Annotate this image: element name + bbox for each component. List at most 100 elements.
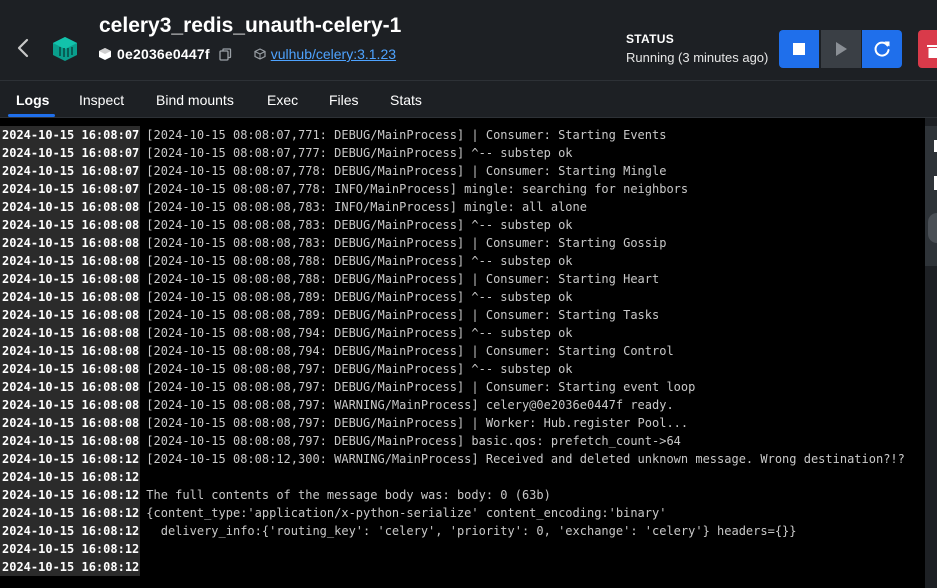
- log-message: [2024-10-15 08:08:07,777: DEBUG/MainProc…: [146, 146, 573, 160]
- log-output[interactable]: 2024-10-15 16:08:07 [2024-10-15 08:08:07,…: [0, 118, 925, 588]
- log-timestamp: 2024-10-15 16:08:12: [0, 468, 141, 486]
- log-message: [2024-10-15 08:08:08,788: DEBUG/MainProc…: [146, 272, 660, 286]
- log-timestamp: 2024-10-15 16:08:08: [0, 342, 141, 360]
- log-timestamp: 2024-10-15 16:08:12: [0, 558, 141, 576]
- log-line: 2024-10-15 16:08:08 [2024-10-15 08:08:08,…: [0, 396, 905, 414]
- log-message: [2024-10-15 08:08:08,797: DEBUG/MainProc…: [146, 380, 696, 394]
- log-message: [2024-10-15 08:08:08,783: DEBUG/MainProc…: [146, 236, 667, 250]
- tab-exec[interactable]: Exec: [267, 92, 298, 108]
- container-subtitle-row: 0e2036e0447f vulhub/celery:3.1.23: [99, 44, 396, 64]
- log-line: 2024-10-15 16:08:12: [0, 540, 905, 558]
- delete-button[interactable]: [918, 30, 937, 68]
- log-message: The full contents of the message body wa…: [146, 488, 551, 502]
- log-timestamp: 2024-10-15 16:08:08: [0, 360, 141, 378]
- log-timestamp: 2024-10-15 16:08:08: [0, 414, 141, 432]
- restart-icon: [874, 41, 890, 57]
- log-line: 2024-10-15 16:08:08 [2024-10-15 08:08:08,…: [0, 432, 905, 450]
- log-line: 2024-10-15 16:08:12 {content_type:'applic…: [0, 504, 905, 522]
- play-icon: [836, 42, 847, 56]
- active-tab-indicator: [8, 114, 55, 117]
- log-timestamp: 2024-10-15 16:08:12: [0, 504, 141, 522]
- image-layers-icon: [254, 48, 266, 60]
- log-line: 2024-10-15 16:08:12 [2024-10-15 08:08:12,…: [0, 450, 905, 468]
- log-message: [2024-10-15 08:08:08,789: DEBUG/MainProc…: [146, 290, 573, 304]
- clear-logs-icon[interactable]: [928, 213, 937, 243]
- log-message: [2024-10-15 08:08:08,794: DEBUG/MainProc…: [146, 344, 674, 358]
- status-label: STATUS: [626, 32, 675, 46]
- log-message: [2024-10-15 08:08:08,797: DEBUG/MainProc…: [146, 362, 573, 376]
- log-message: [2024-10-15 08:08:08,783: DEBUG/MainProc…: [146, 218, 573, 232]
- log-message: [2024-10-15 08:08:07,771: DEBUG/MainProc…: [146, 128, 667, 142]
- log-message: [2024-10-15 08:08:08,797: WARNING/MainPr…: [146, 398, 674, 412]
- log-line: 2024-10-15 16:08:08 [2024-10-15 08:08:08,…: [0, 198, 905, 216]
- image-link[interactable]: vulhub/celery:3.1.23: [271, 46, 396, 62]
- stop-icon: [793, 43, 805, 55]
- container-header: celery3_redis_unauth-celery-1 0e2036e044…: [0, 0, 937, 80]
- log-timestamp: 2024-10-15 16:08:07: [0, 162, 141, 180]
- log-timestamp: 2024-10-15 16:08:07: [0, 126, 141, 144]
- log-message: [2024-10-15 08:08:08,783: INFO/MainProce…: [146, 200, 587, 214]
- log-timestamp: 2024-10-15 16:08:08: [0, 396, 141, 414]
- log-timestamp: 2024-10-15 16:08:08: [0, 306, 141, 324]
- log-line: 2024-10-15 16:08:08 [2024-10-15 08:08:08,…: [0, 216, 905, 234]
- restart-button[interactable]: [862, 30, 902, 68]
- log-timestamp: 2024-10-15 16:08:12: [0, 540, 141, 558]
- status-value: Running (3 minutes ago): [626, 50, 769, 65]
- log-message: {content_type:'application/x-python-seri…: [146, 506, 667, 520]
- log-timestamp: 2024-10-15 16:08:07: [0, 144, 141, 162]
- log-timestamp: 2024-10-15 16:08:08: [0, 432, 141, 450]
- log-lines: 2024-10-15 16:08:07 [2024-10-15 08:08:07,…: [0, 126, 905, 576]
- start-button[interactable]: [821, 30, 861, 68]
- log-message: [2024-10-15 08:08:12,300: WARNING/MainPr…: [146, 452, 905, 466]
- container-title: celery3_redis_unauth-celery-1: [99, 14, 402, 37]
- log-line: 2024-10-15 16:08:08 [2024-10-15 08:08:08,…: [0, 270, 905, 288]
- tab-bind-mounts[interactable]: Bind mounts: [156, 92, 234, 108]
- cube-icon: [99, 48, 111, 60]
- log-line: 2024-10-15 16:08:08 [2024-10-15 08:08:08,…: [0, 288, 905, 306]
- log-message: delivery_info:{'routing_key': 'celery', …: [146, 524, 797, 538]
- log-message: [2024-10-15 08:08:08,794: DEBUG/MainProc…: [146, 326, 573, 340]
- log-line: 2024-10-15 16:08:12: [0, 468, 905, 486]
- container-id: 0e2036e0447f: [117, 46, 210, 62]
- trash-icon: [927, 45, 937, 58]
- log-timestamp: 2024-10-15 16:08:08: [0, 252, 141, 270]
- log-line: 2024-10-15 16:08:12 delivery_info:{'rout…: [0, 522, 905, 540]
- log-line: 2024-10-15 16:08:07 [2024-10-15 08:08:07,…: [0, 144, 905, 162]
- log-line: 2024-10-15 16:08:08 [2024-10-15 08:08:08,…: [0, 342, 905, 360]
- log-message: [2024-10-15 08:08:08,797: DEBUG/MainProc…: [146, 434, 681, 448]
- copy-icon[interactable]: [219, 47, 232, 61]
- log-timestamp: 2024-10-15 16:08:12: [0, 450, 141, 468]
- log-line: 2024-10-15 16:08:08 [2024-10-15 08:08:08,…: [0, 252, 905, 270]
- log-timestamp: 2024-10-15 16:08:08: [0, 198, 141, 216]
- tab-stats[interactable]: Stats: [390, 92, 422, 108]
- log-timestamp: 2024-10-15 16:08:12: [0, 522, 141, 540]
- log-message: [2024-10-15 08:08:08,788: DEBUG/MainProc…: [146, 254, 573, 268]
- tab-inspect[interactable]: Inspect: [79, 92, 124, 108]
- log-timestamp: 2024-10-15 16:08:08: [0, 288, 141, 306]
- log-line: 2024-10-15 16:08:07 [2024-10-15 08:08:07,…: [0, 180, 905, 198]
- log-line: 2024-10-15 16:08:08 [2024-10-15 08:08:08,…: [0, 324, 905, 342]
- log-message: [2024-10-15 08:08:08,789: DEBUG/MainProc…: [146, 308, 660, 322]
- tab-logs[interactable]: Logs: [16, 92, 49, 108]
- log-timestamp: 2024-10-15 16:08:08: [0, 378, 141, 396]
- log-timestamp: 2024-10-15 16:08:08: [0, 324, 141, 342]
- log-line: 2024-10-15 16:08:08 [2024-10-15 08:08:08,…: [0, 360, 905, 378]
- log-message: [2024-10-15 08:08:07,778: DEBUG/MainProc…: [146, 164, 667, 178]
- container-icon: [53, 37, 77, 61]
- stop-button[interactable]: [779, 30, 819, 68]
- log-timestamp: 2024-10-15 16:08:12: [0, 486, 141, 504]
- log-line: 2024-10-15 16:08:12 The full contents of …: [0, 486, 905, 504]
- log-message: [2024-10-15 08:08:08,797: DEBUG/MainProc…: [146, 416, 689, 430]
- log-line: 2024-10-15 16:08:07 [2024-10-15 08:08:07,…: [0, 162, 905, 180]
- log-message: [2024-10-15 08:08:07,778: INFO/MainProce…: [146, 182, 689, 196]
- back-arrow-icon[interactable]: [14, 36, 32, 60]
- tab-files[interactable]: Files: [329, 92, 359, 108]
- log-timestamp: 2024-10-15 16:08:08: [0, 216, 141, 234]
- log-timestamp: 2024-10-15 16:08:08: [0, 270, 141, 288]
- log-line: 2024-10-15 16:08:08 [2024-10-15 08:08:08,…: [0, 306, 905, 324]
- log-timestamp: 2024-10-15 16:08:07: [0, 180, 141, 198]
- log-line: 2024-10-15 16:08:07 [2024-10-15 08:08:07,…: [0, 126, 905, 144]
- log-line: 2024-10-15 16:08:08 [2024-10-15 08:08:08,…: [0, 234, 905, 252]
- log-line: 2024-10-15 16:08:08 [2024-10-15 08:08:08,…: [0, 414, 905, 432]
- log-line: 2024-10-15 16:08:08 [2024-10-15 08:08:08,…: [0, 378, 905, 396]
